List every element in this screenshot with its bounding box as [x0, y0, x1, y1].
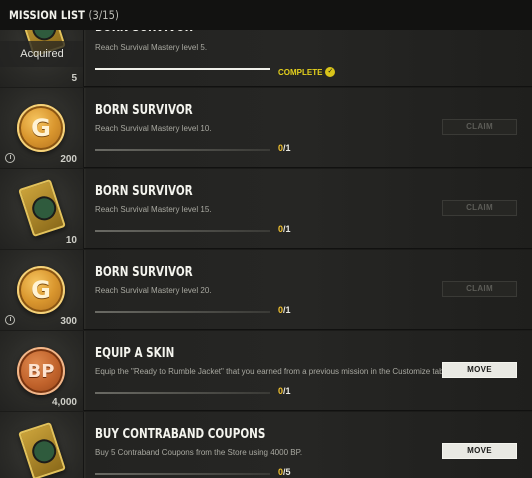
mission-title: BORN SURVIVOR [95, 184, 193, 199]
reward-amount: 10 [65, 235, 77, 246]
progress-count: 0/1 [278, 143, 291, 153]
acquired-overlay: Acquired [0, 41, 83, 67]
mission-count: (3/15) [88, 8, 119, 22]
check-icon: ✓ [325, 67, 336, 77]
reward-thumbnail [0, 412, 84, 478]
reward-amount: 300 [60, 316, 77, 327]
progress-track [95, 149, 270, 151]
mission-row[interactable]: G 200 BORN SURVIVOR Reach Survival Maste… [0, 88, 532, 168]
mission-row[interactable]: G 300 BORN SURVIVOR Reach Survival Maste… [0, 250, 532, 330]
move-button[interactable]: MOVE [442, 443, 517, 459]
mission-title: EQUIP A SKIN [95, 346, 175, 361]
page-title: MISSION LIST (3/15) [9, 8, 119, 22]
progress-total: /1 [283, 305, 291, 315]
complete-status: COMPLETE ✓ [278, 67, 336, 77]
mission-row[interactable]: BP 4,000 EQUIP A SKIN Equip the "Ready t… [0, 331, 532, 411]
mission-list: Acquired 5 BORN SURVIVOR Reach Survival … [0, 0, 532, 478]
reward-amount: 4,000 [51, 397, 77, 408]
mission-description: Reach Survival Mastery level 15. [95, 205, 212, 214]
progress-track [95, 230, 270, 232]
progress-track [95, 392, 270, 394]
clock-icon [5, 153, 15, 163]
reward-amount: 200 [60, 154, 77, 165]
move-button[interactable]: MOVE [442, 362, 517, 378]
progress-track [95, 473, 270, 475]
claim-button[interactable]: CLAIM [442, 281, 517, 297]
mission-title: BUY CONTRABAND COUPONS [95, 427, 266, 442]
bp-coin-icon: BP [17, 347, 65, 395]
clock-icon [5, 315, 15, 325]
progress-track [95, 311, 270, 313]
coin-letter: G [31, 114, 51, 142]
mission-title: BORN SURVIVOR [95, 103, 193, 118]
reward-thumbnail: G 300 [0, 250, 84, 330]
complete-label: COMPLETE [278, 67, 323, 77]
contraband-coupon-icon [18, 421, 66, 478]
mission-description: Buy 5 Contraband Coupons from the Store … [95, 448, 303, 457]
reward-thumbnail: 10 [0, 169, 84, 249]
g-coin-icon: G [17, 104, 65, 152]
mission-description: Equip the "Ready to Rumble Jacket" that … [95, 367, 446, 376]
progress-total: /1 [283, 224, 291, 234]
reward-thumbnail: G 200 [0, 88, 84, 168]
coin-letter: BP [27, 360, 55, 382]
mission-title: BORN SURVIVOR [95, 265, 193, 280]
acquired-label: Acquired [20, 48, 64, 60]
mission-description: Reach Survival Mastery level 5. [95, 43, 208, 52]
progress-total: /1 [283, 143, 291, 153]
mission-description: Reach Survival Mastery level 10. [95, 124, 212, 133]
progress-total: /1 [283, 386, 291, 396]
progress-count: 0/1 [278, 224, 291, 234]
reward-amount: 5 [71, 73, 77, 84]
progress-track [95, 68, 270, 70]
progress-count: 0/1 [278, 386, 291, 396]
progress-fill [95, 68, 270, 70]
g-coin-icon: G [17, 266, 65, 314]
contraband-coupon-icon [18, 178, 66, 238]
claim-button[interactable]: CLAIM [442, 200, 517, 216]
progress-count: 0/1 [278, 305, 291, 315]
claim-button[interactable]: CLAIM [442, 119, 517, 135]
coin-letter: G [31, 276, 51, 304]
mission-row[interactable]: 10 BORN SURVIVOR Reach Survival Mastery … [0, 169, 532, 249]
reward-thumbnail: BP 4,000 [0, 331, 84, 411]
progress-total: /5 [283, 467, 291, 477]
progress-count: 0/5 [278, 467, 291, 477]
mission-row[interactable]: BUY CONTRABAND COUPONS Buy 5 Contraband … [0, 412, 532, 478]
mission-list-header: MISSION LIST (3/15) [0, 0, 532, 30]
title-text: MISSION LIST [9, 8, 86, 22]
mission-description: Reach Survival Mastery level 20. [95, 286, 212, 295]
